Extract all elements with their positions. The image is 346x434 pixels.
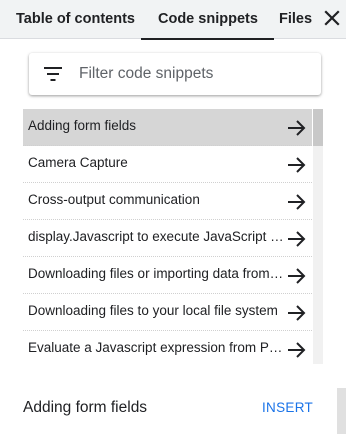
arrow-right-icon[interactable]	[287, 156, 307, 174]
scrollbar-thumb[interactable]	[313, 109, 323, 146]
snippet-item-downloading-local[interactable]: Downloading files to your local file sys…	[23, 294, 312, 331]
tab-bar: Table of contents Code snippets Files	[0, 0, 346, 40]
arrow-right-icon[interactable]	[287, 119, 307, 137]
preview-title: Adding form fields	[23, 399, 148, 416]
snippet-label: Camera Capture	[28, 155, 128, 170]
snippet-preview-bar: Adding form fields INSERT	[0, 378, 346, 434]
snippet-label: Adding form fields	[28, 118, 137, 133]
arrow-right-icon[interactable]	[287, 341, 307, 359]
tab-files[interactable]: Files	[279, 0, 312, 39]
close-button[interactable]	[320, 6, 344, 30]
arrow-right-icon[interactable]	[287, 267, 307, 285]
snippet-item-cross-output[interactable]: Cross-output communication	[23, 183, 312, 220]
snippet-item-display-javascript[interactable]: display.Javascript to execute JavaScript…	[23, 220, 312, 257]
snippet-item-evaluate-javascript[interactable]: Evaluate a Javascript expression from Py…	[23, 331, 312, 364]
snippet-list-scrollbar[interactable]	[313, 109, 323, 364]
panel-scrollbar[interactable]	[337, 388, 346, 434]
tab-table-of-contents[interactable]: Table of contents	[16, 0, 135, 39]
snippet-label: Downloading files to your local file sys…	[28, 303, 278, 318]
snippet-item-camera-capture[interactable]: Camera Capture	[23, 146, 312, 183]
snippet-list: Adding form fields Camera Capture Cross-…	[23, 109, 323, 364]
filter-snippets-input[interactable]	[79, 53, 315, 95]
code-snippets-panel: Table of contents Code snippets Files Ad…	[0, 0, 346, 434]
snippet-label: Evaluate a Javascript expression from Py…	[28, 340, 286, 355]
tab-code-snippets[interactable]: Code snippets	[141, 0, 274, 40]
snippet-label: display.Javascript to execute JavaScript…	[28, 229, 286, 244]
arrow-right-icon[interactable]	[287, 230, 307, 248]
snippet-item-adding-form-fields[interactable]: Adding form fields	[23, 109, 312, 146]
snippet-label: Downloading files or importing data from…	[28, 266, 286, 281]
insert-button[interactable]: INSERT	[262, 400, 313, 415]
close-icon	[324, 10, 340, 26]
filter-icon	[44, 67, 62, 81]
arrow-right-icon[interactable]	[287, 304, 307, 322]
filter-box	[29, 53, 321, 95]
snippet-item-downloading-drive[interactable]: Downloading files or importing data from…	[23, 257, 312, 294]
snippet-label: Cross-output communication	[28, 192, 200, 207]
arrow-right-icon[interactable]	[287, 193, 307, 211]
